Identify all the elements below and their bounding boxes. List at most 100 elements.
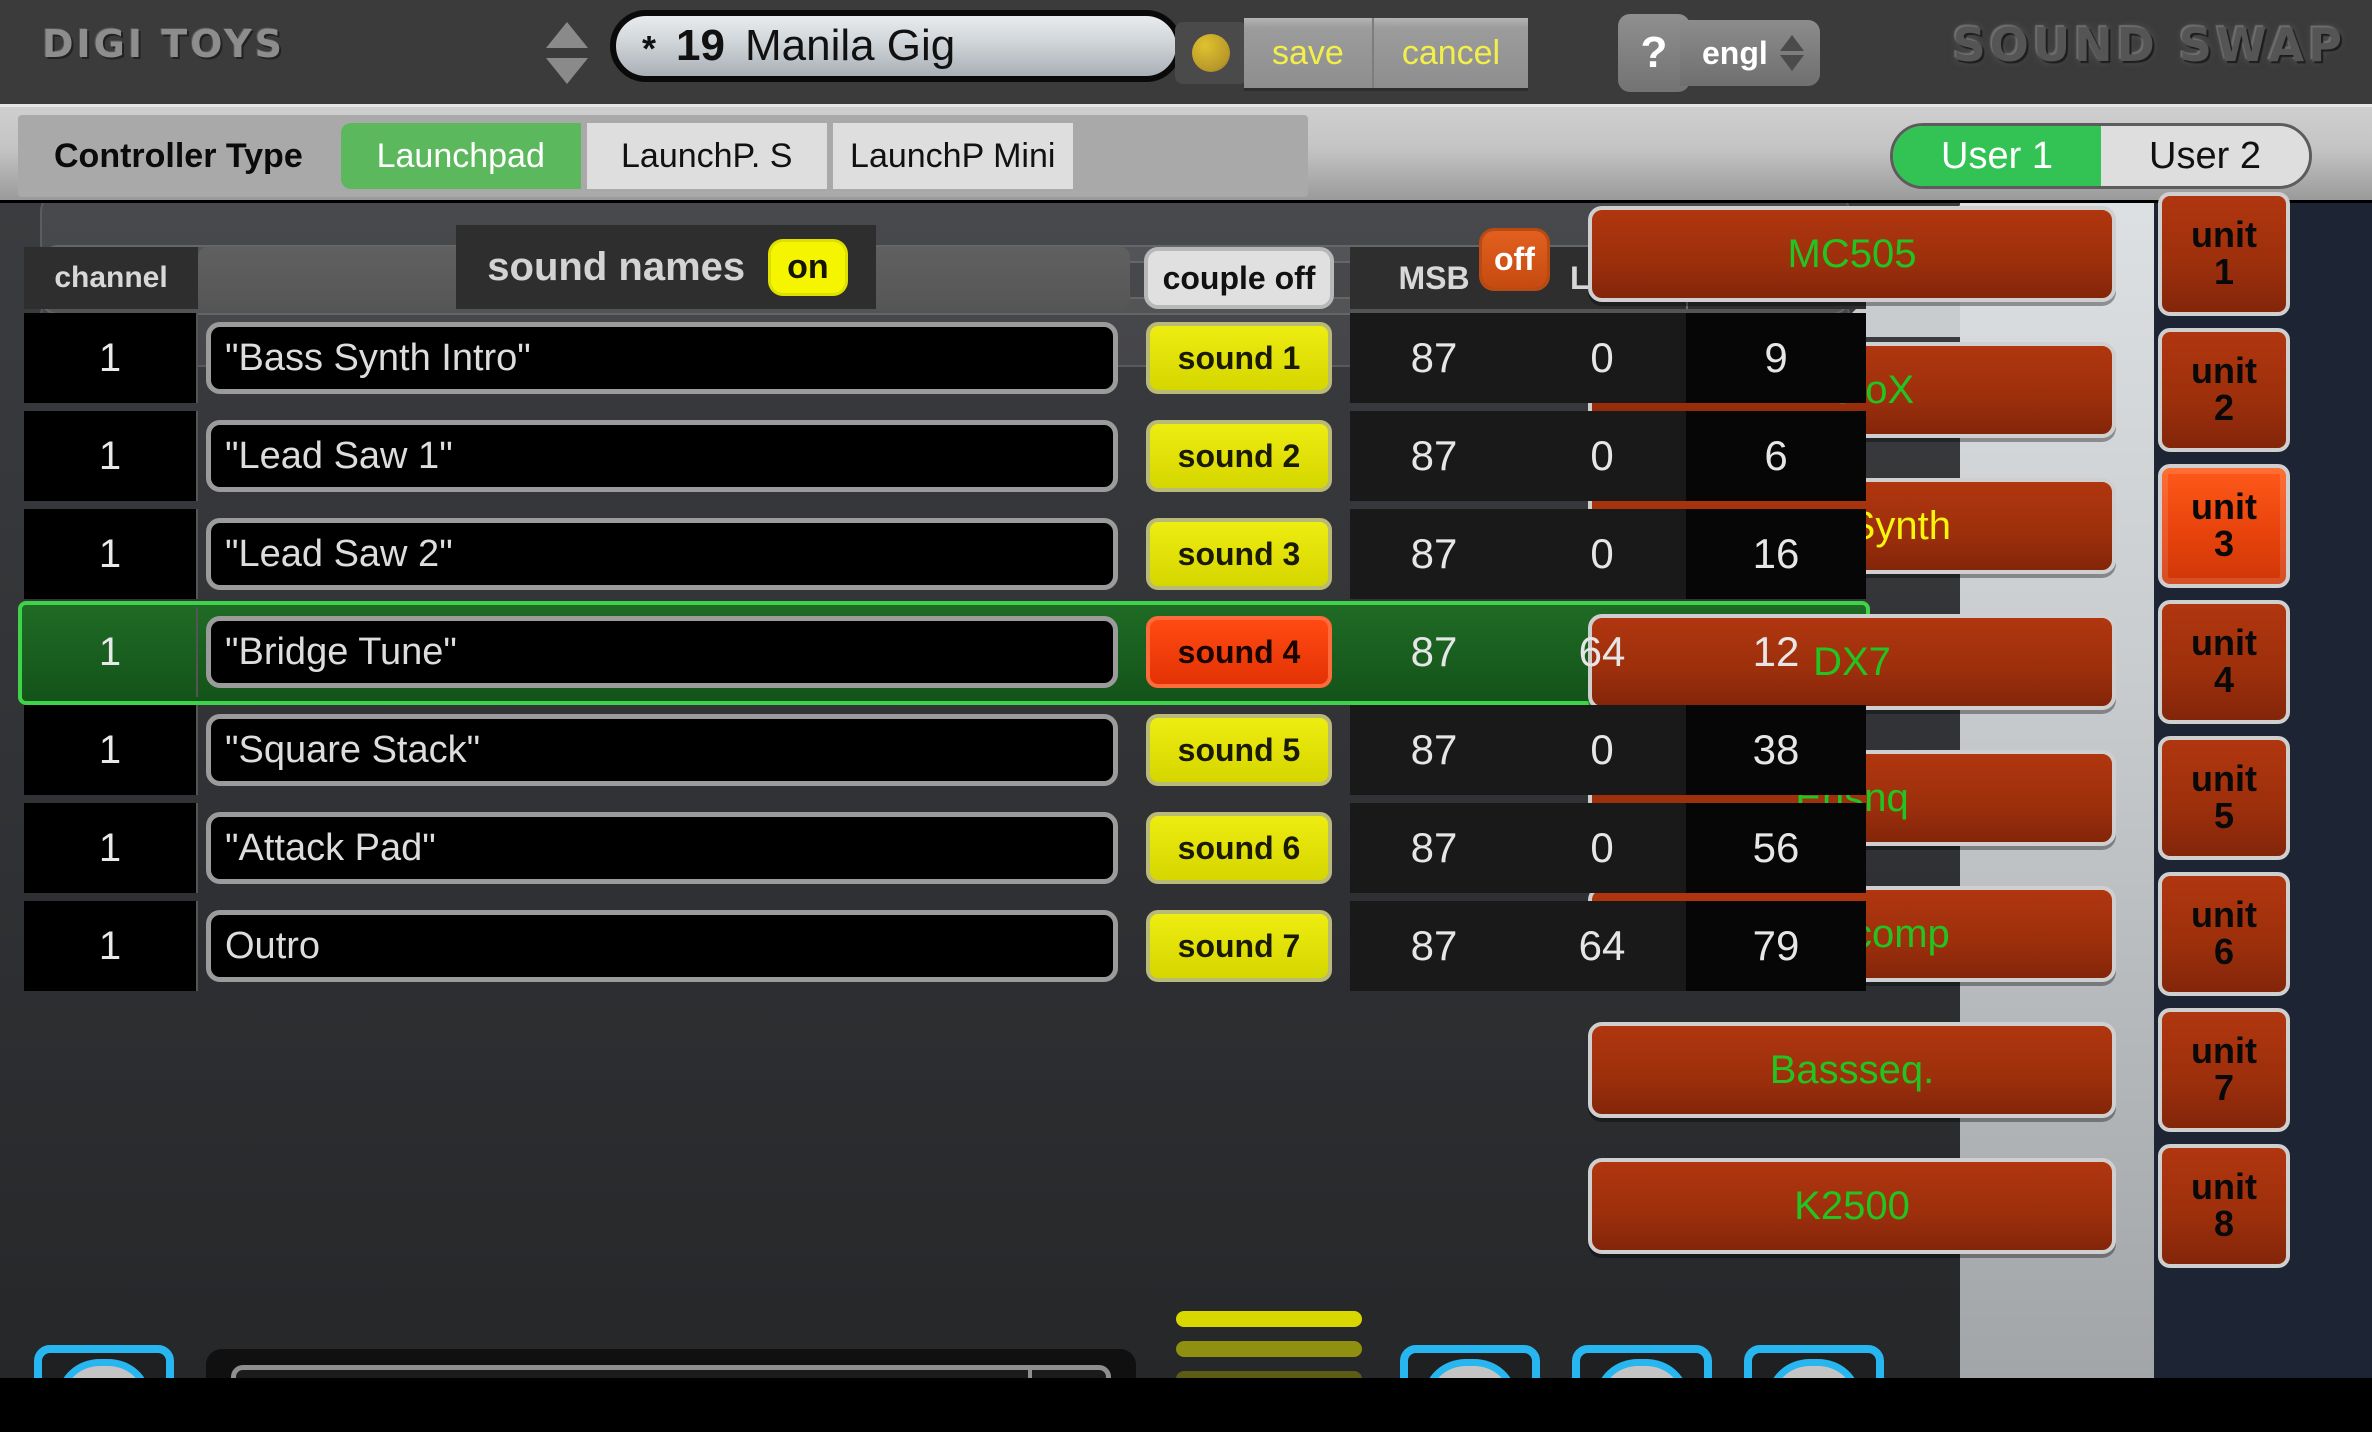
row-lsb[interactable]: 0: [1518, 509, 1686, 599]
row-name-cell: "Bridge Tune": [198, 607, 1130, 697]
unit-button-5[interactable]: unit 5: [2158, 736, 2290, 860]
sound-name-input[interactable]: "Bridge Tune": [206, 616, 1118, 688]
row-channel[interactable]: 1: [24, 705, 198, 795]
table-row: 1 "Bass Synth Intro" sound 1 87 0 9: [24, 309, 1866, 407]
row-name-cell: "Bass Synth Intro": [198, 313, 1130, 403]
unit-button-8[interactable]: unit 8: [2158, 1144, 2290, 1268]
row-lsb[interactable]: 0: [1518, 705, 1686, 795]
midi-out-select[interactable]: MIDISPORT 2x2 Port A: [231, 1365, 1111, 1378]
unit-label: unit: [2191, 1030, 2257, 1072]
sound-name-input[interactable]: Outro: [206, 910, 1118, 982]
row-msb[interactable]: 87: [1350, 901, 1518, 991]
unit-button-3[interactable]: unit 3: [2158, 464, 2290, 588]
preset-spinner[interactable]: [545, 22, 589, 84]
row-lsb[interactable]: 64: [1518, 901, 1686, 991]
row-pgm[interactable]: 38: [1686, 705, 1866, 795]
link-button-pgm[interactable]: string: [1744, 1345, 1884, 1378]
row-msb[interactable]: 87: [1350, 607, 1518, 697]
row-pgm[interactable]: 6: [1686, 411, 1866, 501]
row-msb[interactable]: 87: [1350, 509, 1518, 599]
sound-slot-button[interactable]: sound 7: [1146, 910, 1332, 982]
controller-type-launchpad[interactable]: Launchpad: [340, 123, 581, 189]
sound-names-toggle[interactable]: on: [771, 241, 845, 293]
sound-name-input[interactable]: "Lead Saw 2": [206, 518, 1118, 590]
couple-toggle[interactable]: couple off: [1144, 247, 1334, 309]
sound-name-input[interactable]: "Attack Pad": [206, 812, 1118, 884]
unit-button-2[interactable]: unit 2: [2158, 328, 2290, 452]
row-pgm[interactable]: 12: [1686, 607, 1866, 697]
unit-button-4[interactable]: unit 4: [2158, 600, 2290, 724]
row-msb[interactable]: 87: [1350, 411, 1518, 501]
cancel-button[interactable]: cancel: [1371, 18, 1528, 88]
device-button-7[interactable]: Bassseq.: [1588, 1022, 2116, 1118]
row-pgm[interactable]: 56: [1686, 803, 1866, 893]
row-channel[interactable]: 1: [24, 313, 198, 403]
link-button-msb[interactable]: link: [1400, 1345, 1540, 1378]
row-msb[interactable]: 87: [1350, 803, 1518, 893]
language-selector[interactable]: engl: [1680, 20, 1820, 86]
unit-button-7[interactable]: unit 7: [2158, 1008, 2290, 1132]
row-pgm[interactable]: 16: [1686, 509, 1866, 599]
unit-button-6[interactable]: unit 6: [2158, 872, 2290, 996]
unit-label: unit: [2191, 350, 2257, 392]
unit-label: unit: [2191, 214, 2257, 256]
msb-lsb-toggle[interactable]: off: [1482, 231, 1547, 288]
link-button-channel[interactable]: link: [34, 1345, 174, 1378]
unit-label: unit: [2191, 486, 2257, 528]
row-msb[interactable]: 87: [1350, 313, 1518, 403]
row-numbers: 87 0 16: [1350, 509, 1866, 599]
link-button-lsb[interactable]: link: [1572, 1345, 1712, 1378]
row-pgm[interactable]: 9: [1686, 313, 1866, 403]
row-channel[interactable]: 1: [24, 803, 198, 893]
user-slot-1[interactable]: User 1: [1893, 126, 2101, 186]
controller-type-bar: Controller Type Launchpad LaunchP. S Lau…: [0, 104, 2372, 200]
row-pgm[interactable]: 79: [1686, 901, 1866, 991]
row-channel[interactable]: 1: [24, 411, 198, 501]
row-numbers: 87 64 79: [1350, 901, 1866, 991]
unit-button-1[interactable]: unit 1: [2158, 192, 2290, 316]
row-msb[interactable]: 87: [1350, 705, 1518, 795]
unit-index: 5: [2213, 795, 2235, 836]
row-channel[interactable]: 1: [24, 901, 198, 991]
row-numbers: 87 0 6: [1350, 411, 1866, 501]
device-button-1[interactable]: MC505: [1588, 206, 2116, 302]
unit-index: 8: [2213, 1203, 2235, 1244]
controller-type-launchpad-mini[interactable]: LaunchP Mini: [832, 123, 1073, 189]
controller-type-launchpad-s[interactable]: LaunchP. S: [586, 123, 827, 189]
sound-slot-button[interactable]: sound 1: [1146, 322, 1332, 394]
row-channel[interactable]: 1: [24, 607, 198, 697]
preset-down-icon[interactable]: [546, 58, 588, 84]
row-sound-cell: sound 5: [1144, 714, 1334, 786]
sound-name-input[interactable]: "Bass Synth Intro": [206, 322, 1118, 394]
row-lsb[interactable]: 64: [1518, 607, 1686, 697]
sound-name-input[interactable]: "Square Stack": [206, 714, 1118, 786]
user-slot-2[interactable]: User 2: [2101, 126, 2309, 186]
sound-slot-button-active[interactable]: sound 4: [1146, 616, 1332, 688]
device-button-8[interactable]: K2500: [1588, 1158, 2116, 1254]
preset-display[interactable]: * 19 Manila Gig: [610, 10, 1182, 82]
sound-slot-button[interactable]: sound 5: [1146, 714, 1332, 786]
row-channel[interactable]: 1: [24, 509, 198, 599]
unit-index: 3: [2213, 523, 2235, 564]
row-sound-cell: sound 1: [1144, 322, 1334, 394]
preset-up-icon[interactable]: [546, 22, 588, 48]
unit-row: microX unit 2: [1588, 323, 2372, 457]
row-lsb[interactable]: 0: [1518, 411, 1686, 501]
controller-type-label: Controller Type: [54, 136, 303, 175]
sound-slot-button[interactable]: sound 3: [1146, 518, 1332, 590]
sound-slot-button[interactable]: sound 6: [1146, 812, 1332, 884]
midi-out-panel: MIDISPORT 2x2 Port A: [206, 1349, 1136, 1378]
unit-index: 2: [2213, 387, 2235, 428]
fade-bar: [1176, 1341, 1362, 1357]
unit-list: MC505 unit 1 microX unit 2 Gaia Synth un…: [1588, 192, 2372, 1378]
row-name-cell: Outro: [198, 901, 1130, 991]
row-lsb[interactable]: 0: [1518, 313, 1686, 403]
chevron-updown-icon[interactable]: [1028, 1370, 1106, 1378]
sound-name-input[interactable]: "Lead Saw 1": [206, 420, 1118, 492]
unit-label: unit: [2191, 758, 2257, 800]
save-button[interactable]: save: [1244, 18, 1372, 88]
row-lsb[interactable]: 0: [1518, 803, 1686, 893]
row-name-cell: "Square Stack": [198, 705, 1130, 795]
table-row: 1 "Lead Saw 2" sound 3 87 0 16: [24, 505, 1866, 603]
sound-slot-button[interactable]: sound 2: [1146, 420, 1332, 492]
